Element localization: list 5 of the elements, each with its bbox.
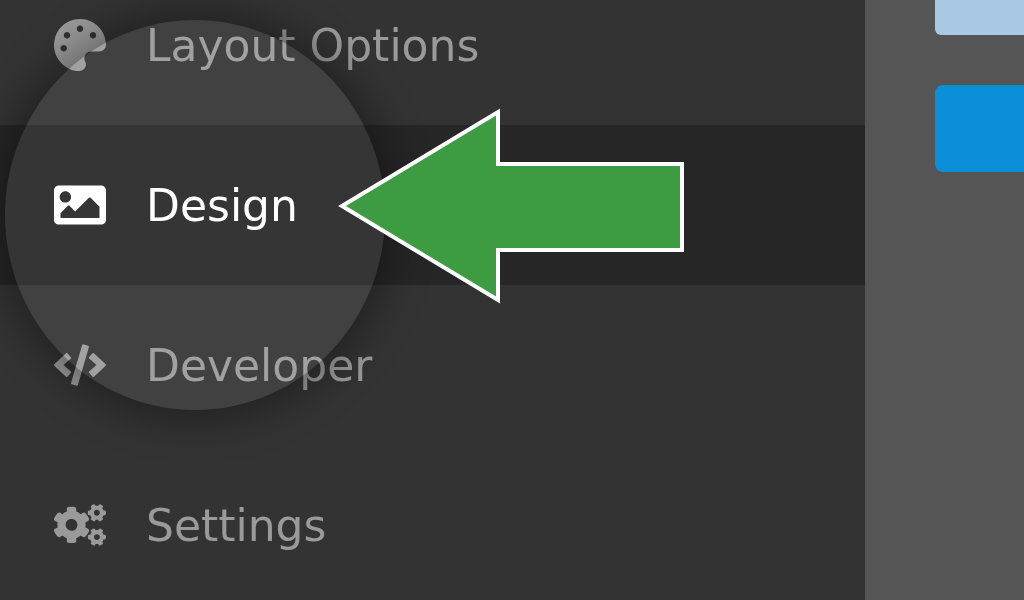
action-button[interactable] xyxy=(935,85,1024,172)
palette-icon xyxy=(54,19,106,71)
sidebar-item[interactable]: Settings xyxy=(0,445,865,600)
sidebar-item[interactable]: Developer xyxy=(0,285,865,445)
sidebar-item[interactable]: Layout Options xyxy=(0,0,865,125)
